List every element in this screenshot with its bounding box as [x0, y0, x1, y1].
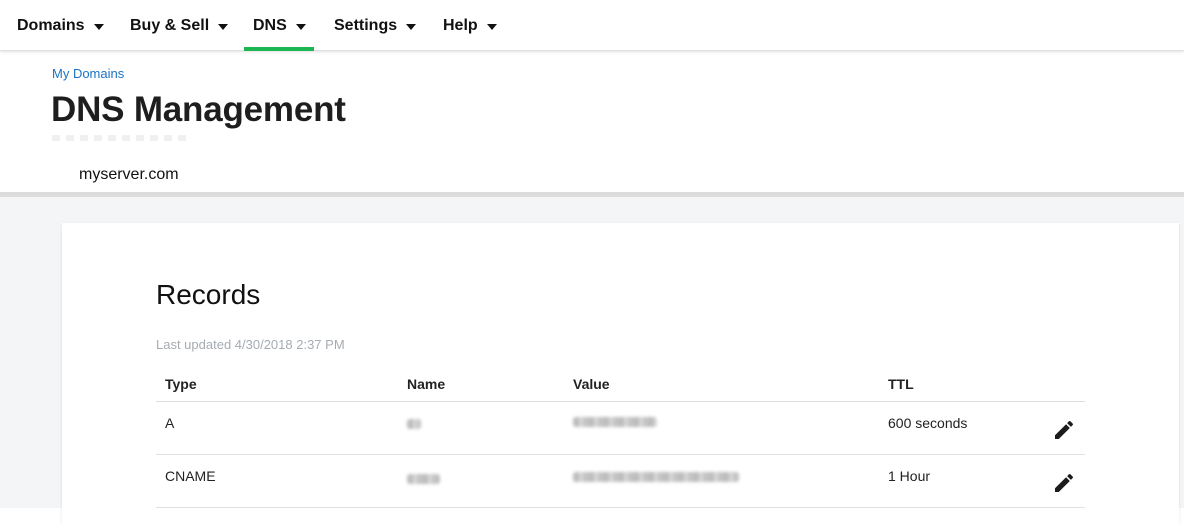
records-table: Type Name Value TTL A 600 seconds CNAME …: [156, 371, 1085, 508]
top-navigation: Domains Buy & Sell DNS Settings Help: [0, 0, 1184, 51]
pencil-icon[interactable]: [1052, 471, 1076, 495]
record-ttl: 600 seconds: [888, 415, 968, 431]
obscured-subtitle: [52, 135, 192, 141]
nav-dns-label: DNS: [253, 16, 287, 34]
caret-down-icon: [218, 23, 229, 30]
records-card: Records Last updated 4/30/2018 2:37 PM T…: [62, 223, 1179, 523]
redacted-name: [407, 419, 421, 429]
nav-buy-sell[interactable]: Buy & Sell: [130, 0, 229, 51]
nav-domains-label: Domains: [17, 16, 85, 34]
redacted-value: [573, 472, 739, 482]
column-header-value: Value: [573, 376, 610, 392]
nav-domains[interactable]: Domains: [17, 0, 104, 51]
record-type: CNAME: [165, 468, 216, 484]
table-header: Type Name Value TTL: [156, 371, 1085, 402]
nav-dns[interactable]: DNS: [244, 0, 314, 51]
record-ttl: 1 Hour: [888, 468, 931, 484]
column-header-ttl: TTL: [888, 376, 914, 392]
record-type: A: [165, 415, 175, 431]
table-row: CNAME 1 Hour: [156, 455, 1085, 508]
domain-name: myserver.com: [79, 166, 179, 183]
nav-settings[interactable]: Settings: [334, 0, 417, 51]
nav-buy-sell-label: Buy & Sell: [130, 16, 210, 34]
caret-down-icon: [486, 23, 497, 30]
column-header-name: Name: [407, 376, 446, 392]
caret-down-icon: [295, 23, 306, 30]
last-updated-text: Last updated 4/30/2018 2:37 PM: [156, 337, 345, 352]
pencil-icon[interactable]: [1052, 418, 1076, 442]
redacted-name: [407, 474, 440, 484]
caret-down-icon: [406, 23, 417, 30]
page-title: DNS Management: [51, 90, 346, 129]
table-row: A 600 seconds: [156, 402, 1085, 455]
column-header-type: Type: [165, 376, 197, 392]
redacted-value: [573, 417, 657, 427]
nav-settings-label: Settings: [334, 16, 398, 34]
nav-help-label: Help: [443, 16, 478, 34]
caret-down-icon: [93, 23, 104, 30]
breadcrumb-my-domains[interactable]: My Domains: [52, 66, 124, 81]
records-title: Records: [156, 279, 261, 310]
nav-help[interactable]: Help: [443, 0, 497, 51]
page-header: My Domains DNS Management myserver.com: [0, 51, 1184, 193]
